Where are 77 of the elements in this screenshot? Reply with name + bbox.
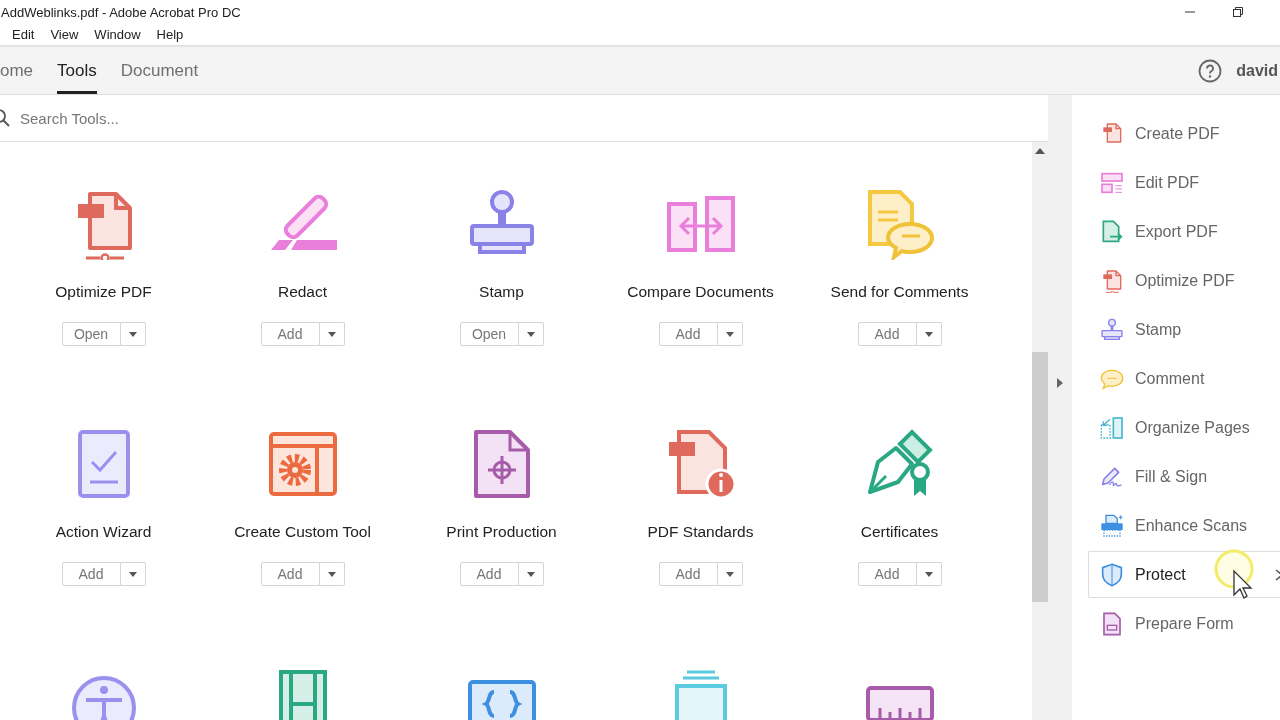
caret-icon — [924, 331, 933, 337]
organize-icon — [1100, 415, 1124, 440]
tab[interactable]: ome — [0, 47, 34, 94]
tool-action-button[interactable]: Add — [857, 562, 917, 586]
scroll-thumb[interactable] — [1032, 352, 1048, 602]
tool-name: PDF Standards — [646, 522, 755, 542]
menu-item[interactable]: Window — [94, 27, 141, 42]
tool-name: Print Production — [445, 522, 558, 542]
protect-icon — [1100, 562, 1124, 587]
dropdown-button[interactable] — [916, 322, 942, 346]
tool-action-button[interactable]: Open — [61, 322, 121, 346]
enhance-icon — [1100, 513, 1124, 538]
tool-name: Redact — [276, 282, 329, 302]
sidebar-item[interactable]: Enhance Scans — [1088, 502, 1280, 549]
tool-name: Action Wizard — [54, 522, 153, 542]
dropdown-button[interactable] — [319, 562, 345, 586]
optimize-icon — [1100, 268, 1124, 293]
tool-name: Stamp — [478, 282, 525, 302]
dropdown-button[interactable] — [518, 562, 544, 586]
form-icon — [1100, 611, 1124, 636]
export-icon — [1100, 219, 1124, 244]
restore-icon[interactable] — [1232, 6, 1244, 18]
sidebar-item[interactable]: Stamp — [1088, 306, 1280, 353]
edit-icon — [1100, 170, 1124, 195]
menu-item[interactable]: Edit — [12, 27, 35, 42]
sidebar-item[interactable]: Edit PDF — [1088, 159, 1280, 206]
expand-icon[interactable] — [1057, 377, 1063, 388]
caret-icon — [327, 331, 336, 337]
dropdown-button[interactable] — [319, 322, 345, 346]
caret-icon — [725, 571, 734, 577]
tool-name: Create Custom Tool — [233, 522, 372, 542]
tool-name: Compare Documents — [626, 282, 775, 302]
stamp-icon — [1100, 317, 1124, 342]
tool-action-button[interactable]: Add — [857, 322, 917, 346]
sidebar-item[interactable]: Organize Pages — [1088, 404, 1280, 451]
sidebar-item[interactable]: Optimize PDF — [1088, 257, 1280, 304]
tool-name: Optimize PDF — [54, 282, 153, 302]
tool-action-button[interactable]: Add — [658, 562, 718, 586]
tool-action-button[interactable]: Add — [658, 322, 718, 346]
tab[interactable]: Document — [120, 47, 199, 94]
caret-icon — [128, 331, 137, 337]
fillsign-icon — [1100, 464, 1124, 489]
tool-name: Send for Comments — [829, 282, 970, 302]
dropdown-button[interactable] — [717, 562, 743, 586]
caret-icon — [526, 331, 535, 337]
menu-item[interactable]: Help — [156, 27, 184, 42]
tool-action-button[interactable]: Add — [459, 562, 519, 586]
sidebar-item[interactable]: Create PDF — [1088, 110, 1280, 157]
caret-icon — [327, 571, 336, 577]
tool-action-button[interactable]: Add — [260, 562, 320, 586]
search-icon — [0, 109, 10, 127]
menu-item[interactable]: View — [50, 27, 79, 42]
sidebar-item[interactable]: Comment — [1088, 355, 1280, 402]
create-icon — [1100, 121, 1124, 146]
tool-action-button[interactable]: Open — [459, 322, 519, 346]
caret-icon — [725, 331, 734, 337]
sidebar-item[interactable]: Prepare Form — [1088, 600, 1280, 647]
tool-action-button[interactable]: Add — [61, 562, 121, 586]
dropdown-button[interactable] — [717, 322, 743, 346]
sidebar-item[interactable]: Fill & Sign — [1088, 453, 1280, 500]
caret-icon — [128, 571, 137, 577]
scroll-up-icon[interactable] — [1035, 148, 1045, 154]
sidebar-item[interactable]: Export PDF — [1088, 208, 1280, 255]
dropdown-button[interactable] — [518, 322, 544, 346]
scrollbar[interactable] — [1032, 142, 1048, 720]
tool-action-button[interactable]: Add — [260, 322, 320, 346]
tool-name: Certificates — [859, 522, 940, 542]
help-icon[interactable] — [1198, 58, 1223, 83]
dropdown-button[interactable] — [916, 562, 942, 586]
caret-icon — [924, 571, 933, 577]
cursor-icon — [1214, 549, 1254, 601]
window-title: AddWeblinks.pdf - Adobe Acrobat Pro DC — [1, 4, 241, 20]
user-name[interactable]: david — [1236, 61, 1278, 80]
dropdown-button[interactable] — [120, 322, 146, 346]
dropdown-button[interactable] — [120, 562, 146, 586]
caret-icon — [526, 571, 535, 577]
tab[interactable]: Tools — [57, 47, 97, 94]
